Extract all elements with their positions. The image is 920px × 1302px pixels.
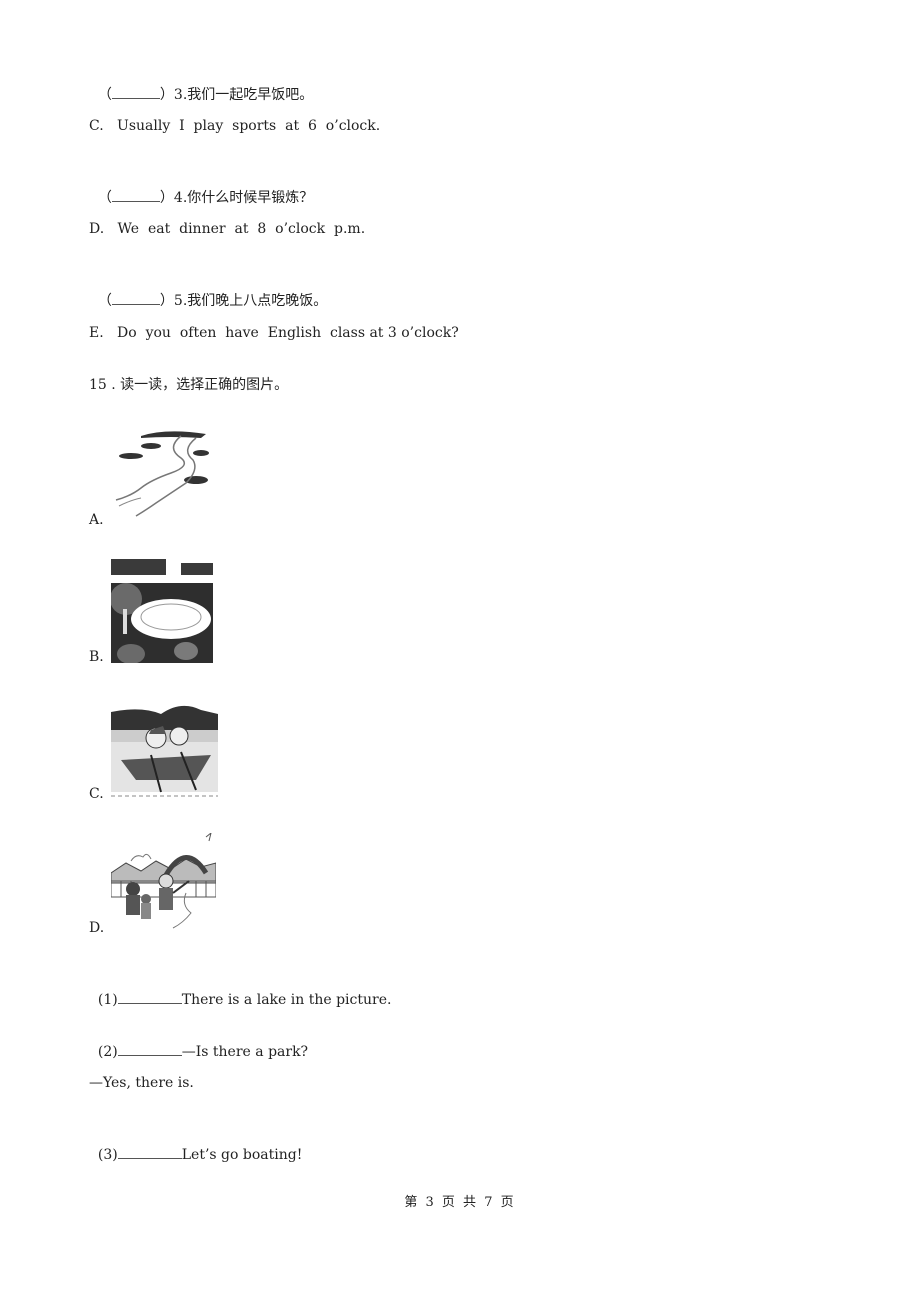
question-15-title: 15 . 读一读，选择正确的图片。	[89, 377, 289, 393]
answer-blank[interactable]	[111, 84, 160, 99]
subquestion-number: (2)	[97, 1044, 118, 1060]
boating-children-picture	[111, 700, 218, 798]
subquestion-text: There is a lake in the picture.	[181, 992, 392, 1008]
subquestion-3: (3) Let’s go boating!	[89, 1126, 302, 1164]
matching-question-5: （ ）5.我们晚上八点吃晚饭。	[89, 272, 327, 310]
subquestion-2-answer: —Yes, there is.	[89, 1075, 194, 1091]
answer-blank[interactable]	[117, 1041, 182, 1056]
matching-option-e: E. Do you often have English class at 3 …	[89, 325, 459, 341]
paren-open: （	[97, 190, 112, 206]
matching-question-4: （ ）4.你什么时候早锻炼？	[89, 169, 313, 207]
subquestion-2: (2) —Is there a park?	[89, 1023, 308, 1061]
paren-open: （	[97, 293, 112, 309]
park-family-picture	[111, 833, 216, 933]
matching-question-3: （ ）3.我们一起吃早饭吧。	[89, 66, 313, 104]
option-a-label: A.	[89, 512, 104, 528]
lake-park-picture	[111, 559, 213, 663]
question-text: ）3.我们一起吃早饭吧。	[159, 87, 314, 103]
question-text: ）4.你什么时候早锻炼？	[159, 190, 314, 206]
subquestion-number: (1)	[97, 992, 118, 1008]
subquestion-text: Let’s go boating!	[181, 1147, 303, 1163]
subquestion-number: (3)	[97, 1147, 118, 1163]
answer-blank[interactable]	[111, 187, 160, 202]
subquestion-text: —Is there a park?	[181, 1044, 309, 1060]
paren-open: （	[97, 87, 112, 103]
option-d-label: D.	[89, 920, 105, 936]
subquestion-1: (1) There is a lake in the picture.	[89, 971, 392, 1009]
answer-blank[interactable]	[117, 1144, 182, 1159]
page-number-footer: 第 3 页 共 7 页	[404, 1195, 516, 1210]
matching-option-c: C. Usually I play sports at 6 o’clock.	[89, 118, 381, 134]
option-b-label: B.	[89, 649, 104, 665]
matching-option-d: D. We eat dinner at 8 o’clock p.m.	[89, 221, 366, 237]
river-landscape-picture	[111, 428, 217, 522]
answer-blank[interactable]	[111, 290, 160, 305]
answer-blank[interactable]	[117, 989, 182, 1004]
question-text: ）5.我们晚上八点吃晚饭。	[159, 293, 328, 309]
option-c-label: C.	[89, 786, 104, 802]
